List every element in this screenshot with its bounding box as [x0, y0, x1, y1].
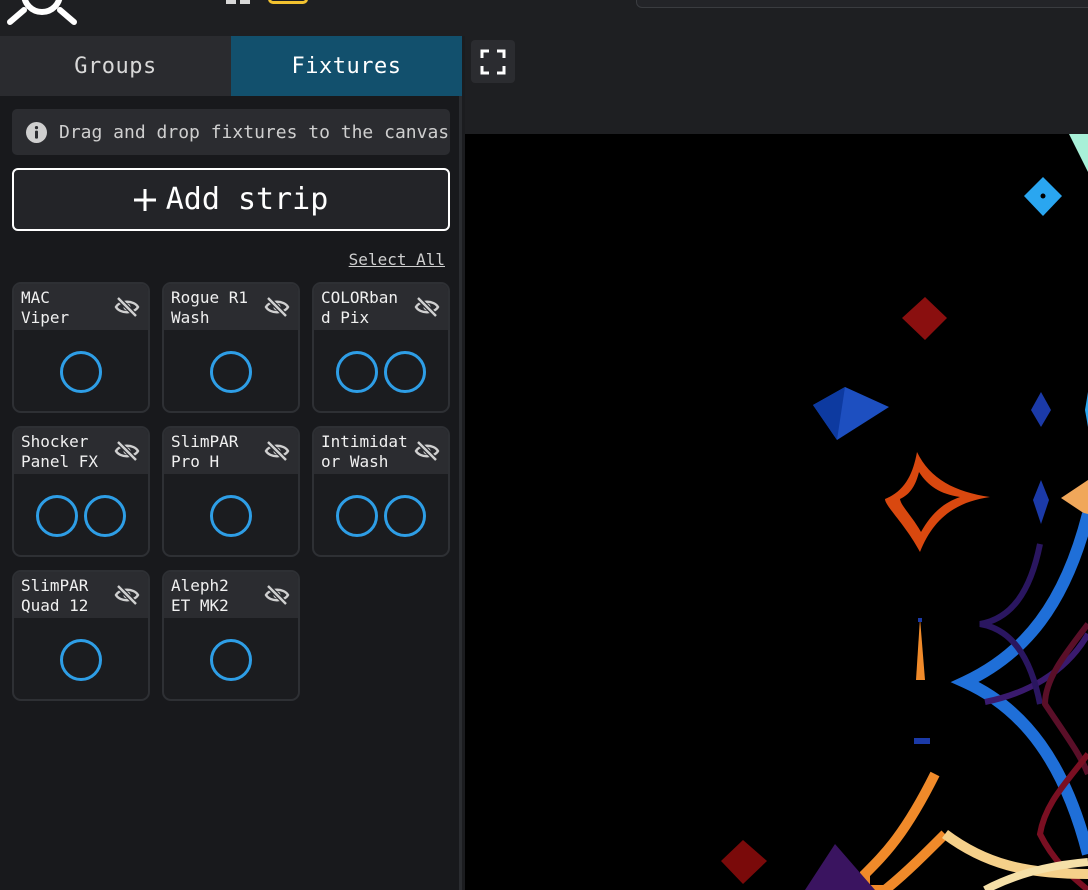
canvas-pattern [721, 134, 1088, 890]
fixture-pixels [314, 330, 448, 411]
fullscreen-button[interactable] [471, 40, 515, 83]
fixture-card[interactable]: Aleph2 ET MK2 [162, 570, 300, 701]
fixture-card-header: Aleph2 ET MK2 [164, 572, 298, 618]
fixture-name: Intimidat or Wash [321, 432, 408, 471]
canvas-toolbar [465, 36, 1088, 134]
fixture-pixel-circle [210, 638, 252, 681]
eye-slash-icon[interactable] [264, 295, 290, 319]
top-bar [0, 0, 1088, 36]
sidebar: Groups Fixtures Drag and drop fixtures t… [0, 36, 462, 890]
add-strip-button[interactable]: Add strip [12, 168, 450, 231]
logo-icon[interactable] [4, 0, 78, 26]
info-icon [26, 121, 47, 143]
info-text: Drag and drop fixtures to the canvas [59, 121, 450, 143]
fixture-pixels [164, 474, 298, 555]
fixture-pixel-circle [336, 350, 378, 393]
eye-slash-icon[interactable] [264, 439, 290, 463]
fixture-pixel-circle [60, 350, 102, 393]
toolbar-highlight-button[interactable] [268, 0, 308, 4]
fixture-card-header: Rogue R1 Wash [164, 284, 298, 330]
eye-slash-icon[interactable] [264, 583, 290, 607]
fixture-name: Aleph2 ET MK2 [171, 576, 229, 615]
fixture-pixel-circle [210, 350, 252, 393]
fixture-pixels [164, 330, 298, 411]
fixture-name: COLORban d Pix [321, 288, 399, 327]
fixture-pixel-circle [210, 494, 252, 537]
fixture-name: SlimPAR Quad 12 [21, 576, 89, 615]
eye-slash-icon[interactable] [114, 583, 140, 607]
fixture-pixel-circle [84, 494, 126, 537]
fixture-pixel-circle [384, 350, 426, 393]
fixture-card-header: Shocker Panel FX [14, 428, 148, 474]
fixture-pixel-circle [36, 494, 78, 537]
eye-slash-icon[interactable] [114, 439, 140, 463]
fixture-pixels [314, 474, 448, 555]
eye-slash-icon[interactable] [414, 439, 440, 463]
fixture-pixels [14, 618, 148, 699]
fixture-card[interactable]: MAC Viper [12, 282, 150, 413]
fixture-pixel-circle [336, 494, 378, 537]
fixture-card[interactable]: Shocker Panel FX [12, 426, 150, 557]
visualizer-canvas[interactable] [465, 134, 1088, 890]
fixture-name: Rogue R1 Wash [171, 288, 249, 327]
fixture-card[interactable]: COLORban d Pix [312, 282, 450, 413]
fixture-card-header: SlimPAR Quad 12 [14, 572, 148, 618]
fixture-card[interactable]: Rogue R1 Wash [162, 282, 300, 413]
fixture-card[interactable]: SlimPAR Pro H [162, 426, 300, 557]
fixture-card[interactable]: Intimidat or Wash [312, 426, 450, 557]
fixture-card-header: SlimPAR Pro H [164, 428, 298, 474]
fullscreen-icon [480, 49, 506, 74]
fixture-pixels [14, 330, 148, 411]
toolbar-grid-icon[interactable] [226, 0, 252, 4]
fixture-pixel-circle [60, 638, 102, 681]
fixture-name: MAC Viper [21, 288, 70, 327]
plus-icon [133, 188, 156, 211]
tab-groups[interactable]: Groups [0, 36, 231, 96]
fixture-pixels [14, 474, 148, 555]
info-banner: Drag and drop fixtures to the canvas [12, 109, 450, 155]
fixture-name: SlimPAR Pro H [171, 432, 239, 471]
fixture-card-header: Intimidat or Wash [314, 428, 448, 474]
fixture-card-header: COLORban d Pix [314, 284, 448, 330]
add-strip-label: Add strip [165, 182, 329, 217]
fixture-pixels [164, 618, 298, 699]
eye-slash-icon[interactable] [414, 295, 440, 319]
tab-fixtures[interactable]: Fixtures [231, 36, 462, 96]
sidebar-tabs: Groups Fixtures [0, 36, 462, 96]
select-all-link[interactable]: Select All [349, 250, 445, 269]
fixture-card-header: MAC Viper [14, 284, 148, 330]
fixture-pixel-circle [384, 494, 426, 537]
fixture-card[interactable]: SlimPAR Quad 12 [12, 570, 150, 701]
top-search-box[interactable] [636, 0, 1088, 8]
eye-slash-icon[interactable] [114, 295, 140, 319]
fixture-name: Shocker Panel FX [21, 432, 99, 471]
